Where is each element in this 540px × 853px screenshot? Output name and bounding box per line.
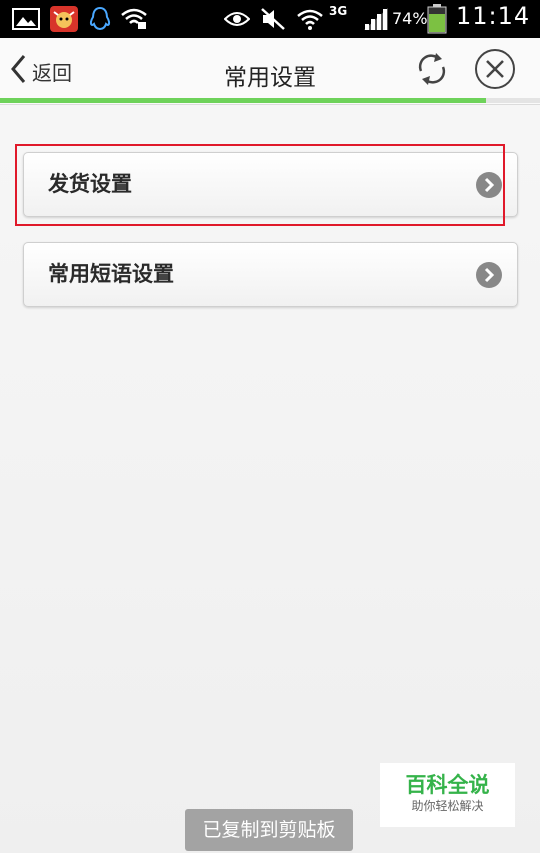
common-phrases-settings-item[interactable]: 常用短语设置 [23, 242, 518, 307]
clock: 11:14 [456, 2, 531, 30]
wifi-lock-icon [120, 6, 148, 32]
eye-icon [224, 6, 250, 32]
gallery-icon [12, 6, 40, 32]
wifi-icon [296, 6, 324, 32]
chevron-right-icon [475, 261, 503, 289]
close-button[interactable] [472, 48, 518, 94]
title-bar: 返回 常用设置 [0, 38, 540, 105]
common-phrases-settings-label: 常用短语设置 [48, 262, 174, 286]
close-icon [474, 48, 516, 94]
watermark-title: 百科全说 [405, 773, 490, 797]
refresh-icon [414, 49, 450, 93]
battery-icon [427, 4, 447, 34]
signal-icon [363, 6, 389, 32]
page-title: 常用设置 [224, 65, 316, 91]
watermark-subtitle: 助你轻松解决 [411, 799, 484, 813]
toast-message: 已复制到剪贴板 [185, 809, 353, 851]
page-load-progress-fill [0, 98, 486, 103]
page-load-progress [0, 98, 540, 103]
battery-percent-label: 74% [392, 9, 428, 28]
status-bar: 3G 74% 11:14 [0, 0, 540, 38]
mute-icon [260, 6, 286, 32]
highlight-box [15, 144, 505, 226]
app-cow-icon [50, 6, 78, 32]
watermark-logo: 百科全说 助你轻松解决 [380, 763, 515, 827]
refresh-button[interactable] [409, 48, 455, 94]
network-type-label: 3G [329, 4, 348, 18]
qq-penguin-icon [88, 6, 112, 32]
